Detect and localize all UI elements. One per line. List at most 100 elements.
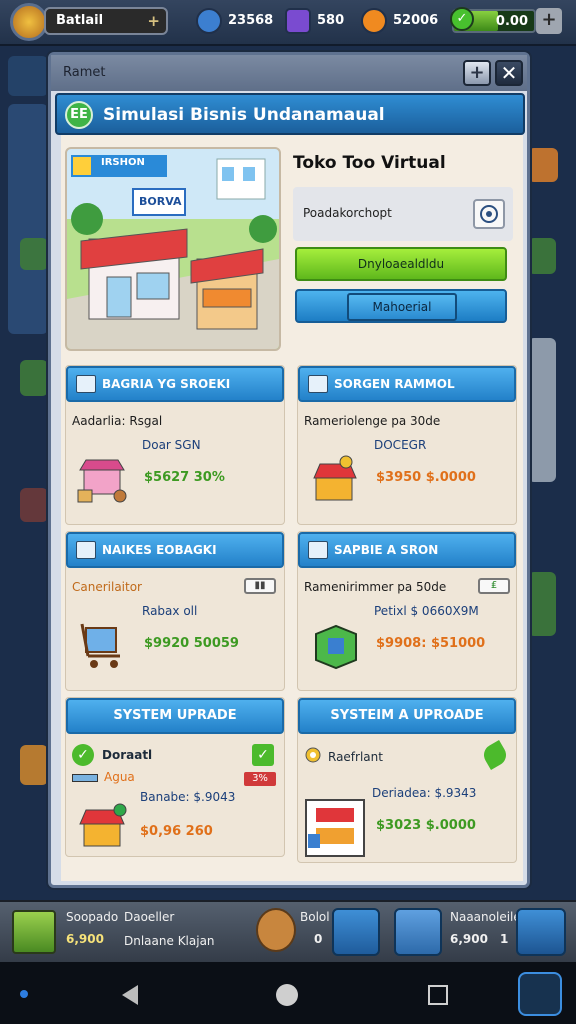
player-avatar[interactable] [10,3,48,41]
counter-left: 0 [314,932,323,946]
card-price: $9908: $51000 [376,636,486,651]
shop-info-label: Poadakorchopt [303,206,392,220]
card-price: $9920 50059 [144,636,239,651]
secondary-action-label: Mahoerial [347,293,457,321]
ticket-icon [285,8,311,34]
bg-back-button [8,56,48,96]
card-title: SAPBIE A SRON [298,532,516,568]
primary-action-button[interactable]: Dnyloaealdldu [295,247,507,281]
gear-icon [305,747,321,763]
shop-info-box: Poadakorchopt [293,187,513,241]
card-title: NAIKES EOBAGKI [66,532,284,568]
shopping-cart-icon [80,623,120,668]
rewards-button[interactable] [394,908,442,956]
modal-top-bar: Ramet + ✕ [51,55,527,91]
card-price: $3950 $.0000 [376,470,476,485]
leaf-icon [479,739,511,771]
camera-icon [76,541,96,559]
card-line1: Canerilaitor [72,580,142,594]
card-title: SYSTEIM A UPROADE [298,698,516,734]
secondary-action-button[interactable]: Mahoerial [295,289,507,323]
shop-banner-text: IRSHON [101,157,145,168]
shop-stall-icon [77,459,127,503]
gear-icon [480,205,498,223]
add-icon[interactable]: + [147,12,160,30]
green-box-icon [315,624,357,670]
business-card[interactable]: BAGRIA YG SROEKI Aadarlia: Rsgal Doar SG… [65,365,285,525]
player-name-pill[interactable]: Batlail + [44,7,168,35]
money-value: 0.00 [495,14,528,29]
bg-left-button [20,238,48,270]
bg-right-button [528,238,556,274]
card-line2: DOCEGR [374,438,427,452]
check-circle-icon: ✓ [72,744,94,766]
bg-right-panel [528,338,556,482]
gems-resource[interactable]: 23568 [196,8,286,34]
top-hud: Batlail + 23568 580 52006 0.00 ✓ + [0,0,576,46]
add-money-button[interactable]: + [536,8,562,34]
home-icon[interactable] [276,984,298,1006]
business-card[interactable]: SAPBIE A SRON Ramenirimmer pa 50de ₤ Pet… [297,531,517,691]
card-line2: Petixl $ 0660X9M [374,604,479,618]
modal-title-bar: EE Simulasi Bisnis Undanamaual [55,93,525,135]
card-line1: Doraatl [102,748,153,762]
middle-sub: Dnlaane Klajan [124,934,215,948]
bg-left-star-button [20,745,48,785]
card-title-text: NAIKES EOBAGKI [102,543,217,557]
right-label: Bolol [300,910,330,924]
upgrade-card[interactable]: SYSTEM UPRADE ✓ Doraatl ✓ Agua 3% Banabe… [65,697,285,857]
modal-title: Simulasi Bisnis Undanamaual [103,105,385,125]
bg-left-button [20,360,48,396]
app-switch-icon[interactable] [518,972,562,1016]
breadcrumb: Ramet [63,65,106,80]
building-icon [308,375,328,393]
settings-gear-button[interactable] [516,908,566,956]
printer-icon [308,541,328,559]
business-icon: EE [65,101,93,129]
inventory-button[interactable] [332,908,380,956]
card-title: SORGEN RAMMOL [298,366,516,402]
business-card[interactable]: NAIKES EOBAGKI Canerilaitor ▮▮ Rabax oll… [65,531,285,691]
coin-icon [361,8,387,34]
upgrade-card[interactable]: SYSTEIM A UPROADE Raefrlant Deriadea: $.… [297,697,517,863]
business-sim-modal: Ramet + ✕ EE Simulasi Bisnis Undanamaual [48,52,530,888]
bottom-hud: Soopado 6,900 Daoeller Dnlaane Klajan Bo… [0,900,576,962]
card-line1b: Agua [104,770,135,784]
market-stall-icon [313,455,357,501]
bg-left-panel [8,104,48,334]
gem-icon [196,8,222,34]
card-title-text: SAPBIE A SRON [334,543,439,557]
card-line2: Banabe: $.9043 [140,790,236,804]
tickets-value: 580 [317,13,345,28]
card-price: $3023 $.0000 [376,818,476,833]
middle-label: Daoeller [124,910,175,924]
card-title-text: BAGRIA YG SROEKI [102,377,231,391]
tickets-resource[interactable]: 580 [285,8,355,34]
status-tag-icon: ₤ [478,578,510,594]
recents-icon[interactable] [428,985,448,1005]
back-icon[interactable] [122,985,138,1005]
progress-bar-icon [72,774,98,782]
close-button[interactable]: ✕ [495,60,523,86]
mascot-icon[interactable] [256,908,296,952]
right-value: 6,900 [450,932,488,946]
indicator-dot-icon [20,990,28,998]
card-line1: Raefrlant [328,750,383,764]
expand-button[interactable]: + [463,60,491,86]
card-line2: Deriadea: $.9343 [372,786,477,800]
stall-upgrade-icon [79,803,127,847]
card-title-text: SORGEN RAMMOL [334,377,455,391]
coins-value: 52006 [393,13,439,28]
checkbox-icon[interactable]: ✓ [252,744,274,766]
toggle-icon[interactable]: ▮▮ [244,578,276,594]
business-card[interactable]: SORGEN RAMMOL Rameriolenge pa 30de DOCEG… [297,365,517,525]
cash-button[interactable] [12,910,56,954]
truck-icon [76,375,96,393]
shop-heading: Toko Too Virtual [293,153,446,173]
card-line2: Doar SGN [142,438,201,452]
coins-resource[interactable]: 52006 [361,8,451,34]
settings-button[interactable] [473,199,505,229]
right-count: 1 [500,932,509,946]
check-icon: ✓ [450,7,474,31]
bg-right-button [528,572,556,636]
